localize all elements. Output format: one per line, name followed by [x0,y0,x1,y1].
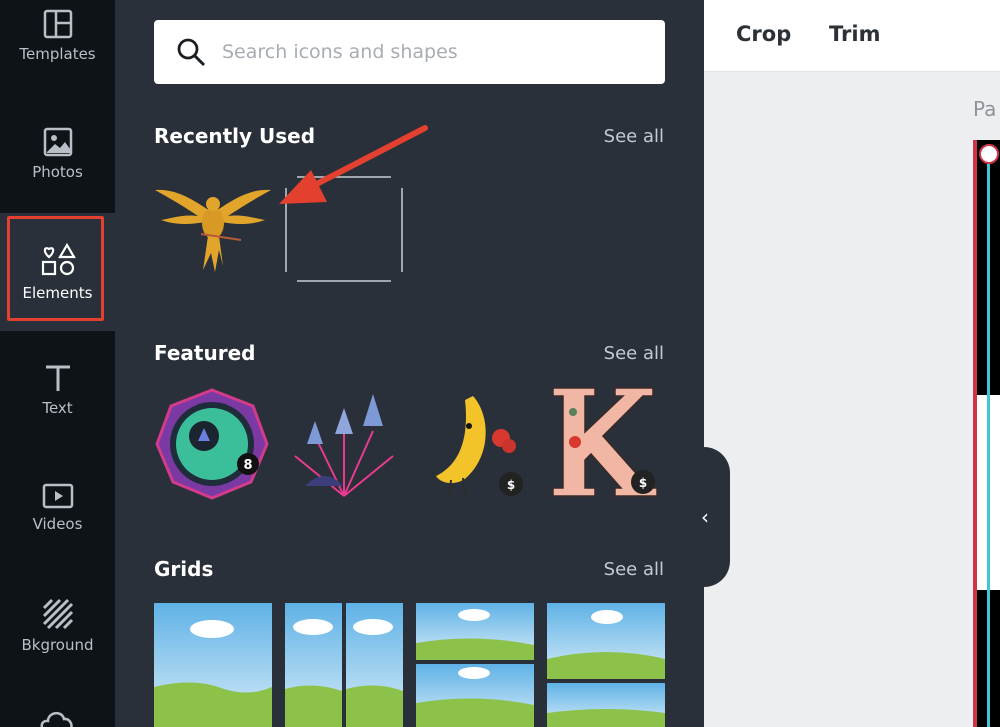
sidebar-item-templates[interactable]: Templates [0,0,115,86]
background-icon [42,598,73,630]
page-label: Pa [973,97,997,121]
sidebar-item-background[interactable]: Bkground [0,567,115,685]
see-all-featured[interactable]: See all [604,343,664,364]
grid-single[interactable] [154,603,272,727]
text-icon [45,365,70,391]
crop-button[interactable]: Crop [736,22,791,46]
chevron-left-icon: ‹ [701,505,709,529]
price-badge: $ [639,476,647,490]
left-sidebar: Templates Photos Elements Text Videos Bk… [0,0,115,727]
canvas-preview[interactable] [973,140,1000,727]
grid-two-columns[interactable] [285,603,403,727]
sidebar-item-videos[interactable]: Videos [0,449,115,567]
sidebar-item-photos[interactable]: Photos [0,95,115,213]
timeline-handle[interactable] [979,144,999,164]
trim-button[interactable]: Trim [829,22,880,46]
section-title-grids: Grids [154,557,214,581]
featured-letter-k[interactable]: $ [545,382,663,502]
templates-icon [43,9,72,39]
top-toolbar: Crop Trim [704,0,1000,72]
sidebar-item-text[interactable]: Text [0,331,115,449]
see-all-grids[interactable]: See all [604,559,664,580]
see-all-recent[interactable]: See all [604,126,664,147]
featured-tulips[interactable] [285,386,403,501]
search-box[interactable] [154,20,665,84]
section-title-featured: Featured [154,341,256,365]
photo-icon [43,127,72,157]
selected-highlight [7,216,104,321]
elements-panel: Recently Used See all Featured See all 8 [115,0,704,727]
sidebar-item-label: Bkground [21,636,94,654]
search-icon [177,38,206,67]
sidebar-item-label: Text [42,399,73,417]
featured-eight-ball[interactable]: 8 [153,386,271,501]
grid-two-rows[interactable] [416,603,534,727]
sidebar-item-label: Videos [32,515,83,533]
svg-text:8: 8 [243,458,252,473]
collapse-panel-button[interactable]: ‹ [680,447,730,587]
search-input[interactable] [222,41,652,63]
video-icon [42,483,73,509]
featured-banana[interactable]: $ [421,386,529,501]
grid-stacked-rows[interactable] [547,603,665,727]
uploads-icon[interactable] [40,710,74,727]
sidebar-item-label: Photos [32,163,83,181]
annotation-arrow [279,125,428,204]
sidebar-item-label: Templates [19,45,96,63]
bird-element[interactable] [153,178,273,273]
price-badge: $ [507,478,515,492]
